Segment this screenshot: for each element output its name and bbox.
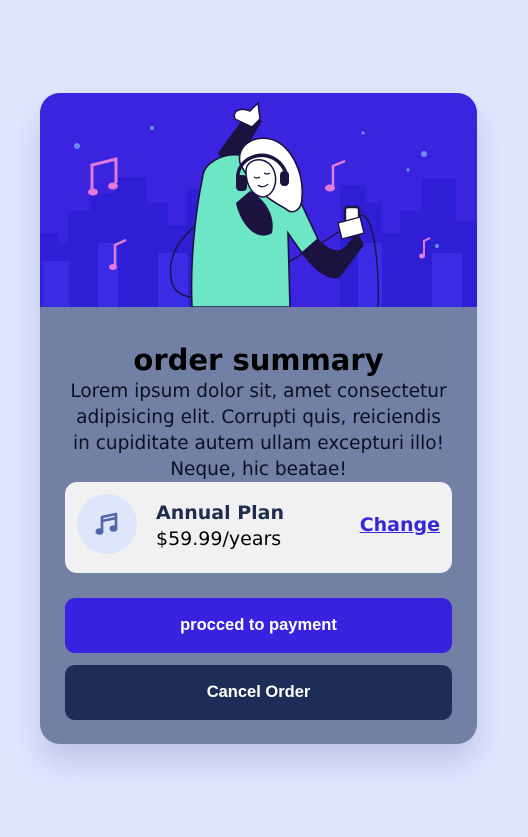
page-title: order summary	[133, 343, 384, 377]
hero-illustration	[40, 93, 477, 307]
plan-price: $59.99/years	[156, 528, 282, 550]
plan-name: Annual Plan	[156, 502, 285, 524]
plan-summary-box: Annual Plan $59.99/years Change	[65, 482, 452, 573]
music-note-icon	[77, 494, 137, 554]
change-plan-link[interactable]: Change	[360, 514, 440, 536]
cancel-order-button[interactable]: Cancel Order	[65, 665, 452, 720]
proceed-to-payment-button[interactable]: procced to payment	[65, 598, 452, 653]
order-summary-card: order summary Lorem ipsum dolor sit, ame…	[40, 93, 477, 744]
dancing-woman-illustration	[40, 101, 477, 307]
order-description: Lorem ipsum dolor sit, amet consectetur …	[70, 381, 447, 480]
